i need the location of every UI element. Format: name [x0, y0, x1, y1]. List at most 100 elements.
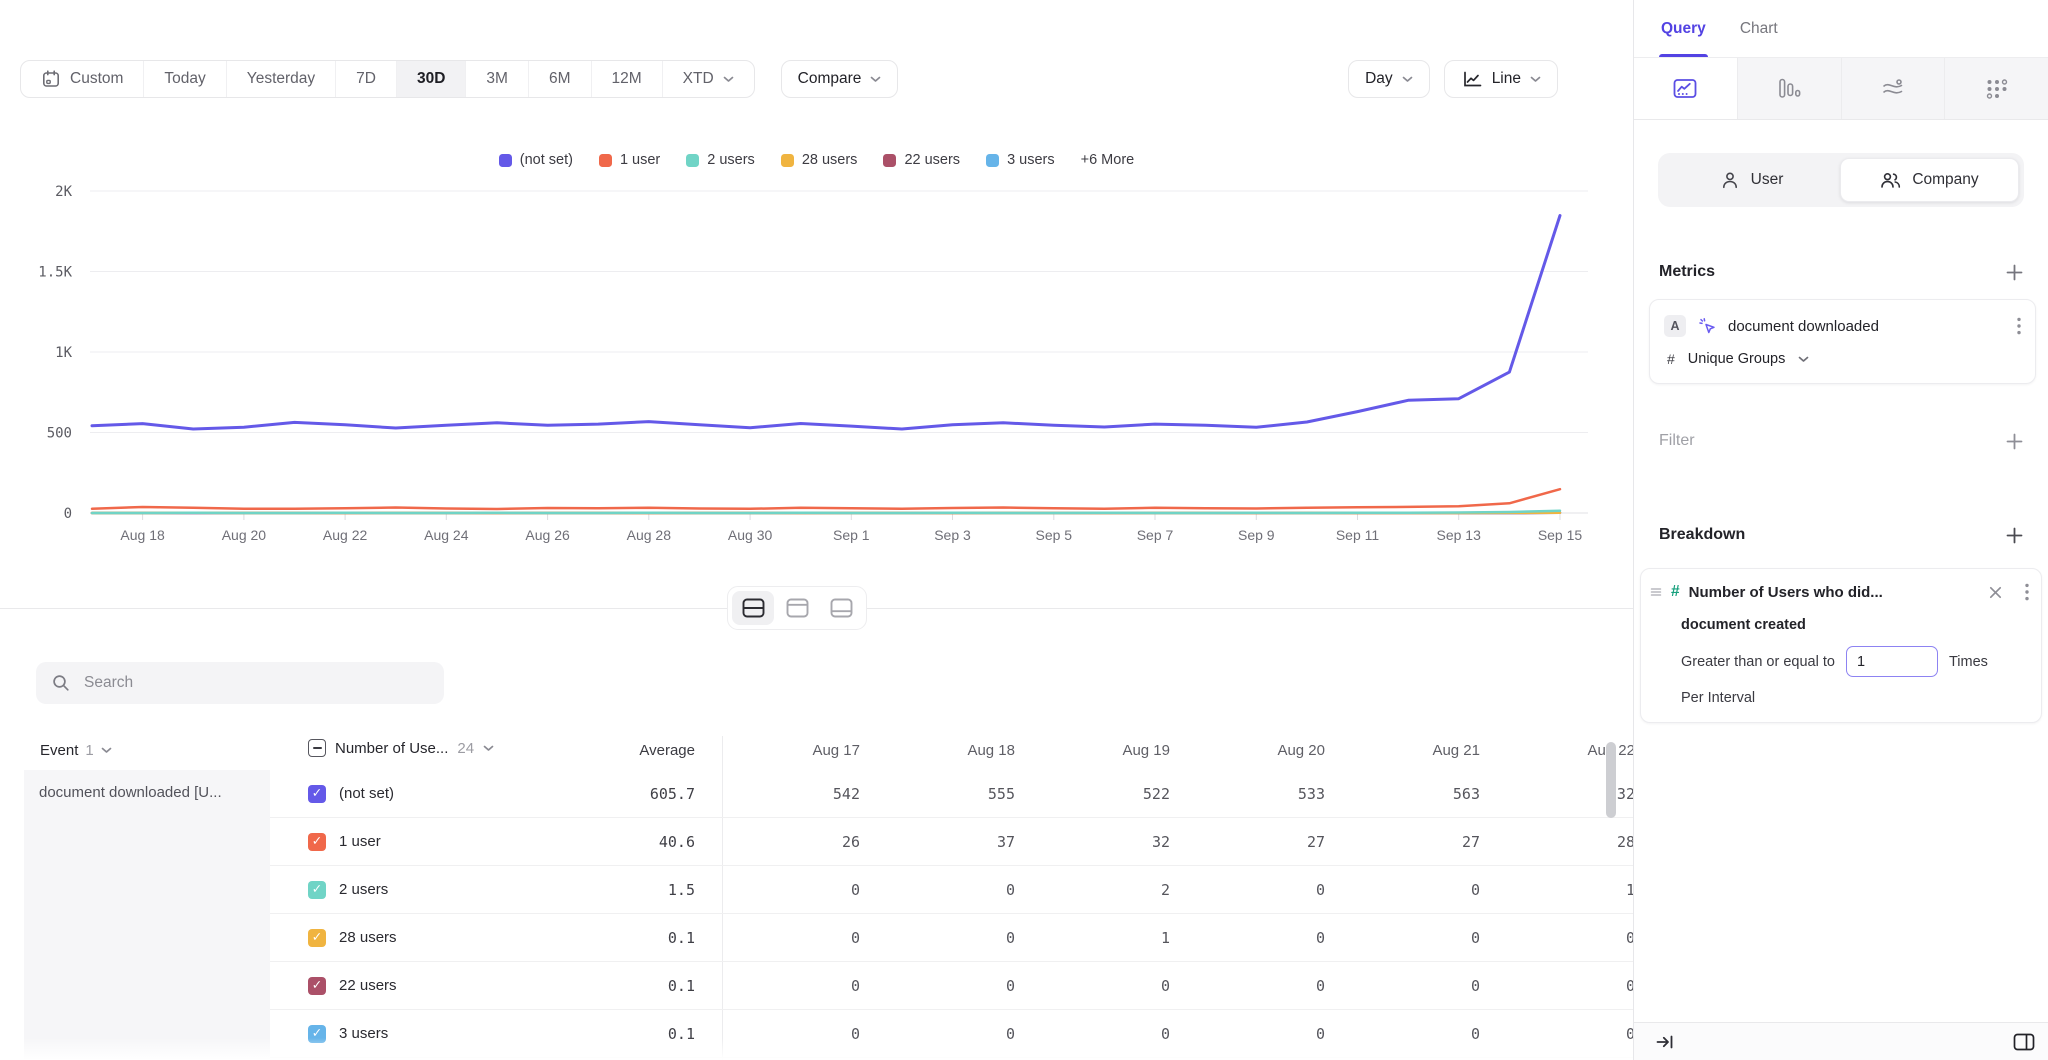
legend-item[interactable]: 28 users — [781, 152, 858, 168]
data-value: 0 — [1497, 1025, 1633, 1043]
table-row[interactable]: ✓28 users0.1001000 — [270, 914, 1633, 962]
compare-button[interactable]: Compare — [781, 60, 899, 98]
data-value: 1 — [1032, 929, 1187, 947]
table-row[interactable]: ✓(not set)605.7542555522533563532 — [270, 770, 1633, 818]
table-row[interactable]: ✓22 users0.1000000 — [270, 962, 1633, 1010]
svg-text:Sep 1: Sep 1 — [833, 527, 870, 543]
svg-text:Sep 5: Sep 5 — [1036, 527, 1073, 543]
legend-item[interactable]: 1 user — [599, 152, 660, 168]
panel-toggle-icon[interactable] — [2013, 1032, 2035, 1052]
legend-item[interactable]: 22 users — [883, 152, 960, 168]
range-30d[interactable]: 30D — [397, 61, 466, 97]
data-value: 1 — [1497, 881, 1633, 899]
series-checkbox[interactable]: ✓ — [308, 929, 326, 947]
series-cell: ✓(not set) — [270, 785, 555, 803]
range-3m[interactable]: 3M — [466, 61, 529, 97]
scope-company[interactable]: Company — [1840, 158, 2019, 202]
data-value: 563 — [1342, 785, 1497, 803]
table-row[interactable]: ✓3 users0.1000000 — [270, 1010, 1633, 1058]
add-filter-button[interactable] — [2006, 433, 2023, 450]
condition-suffix: Times — [1949, 654, 1988, 670]
series-cell: ✓2 users — [270, 881, 555, 899]
line-chart-box-icon — [1672, 77, 1698, 100]
svg-text:Sep 9: Sep 9 — [1238, 527, 1275, 543]
collapse-panel-icon[interactable] — [1655, 1032, 1675, 1052]
data-value: 0 — [1342, 881, 1497, 899]
layout-table-only-button[interactable] — [820, 591, 862, 625]
series-checkbox[interactable]: ✓ — [308, 785, 326, 803]
legend-more[interactable]: +6 More — [1081, 152, 1135, 168]
chart-type-line-segments[interactable] — [1634, 58, 1737, 119]
data-value: 522 — [1032, 785, 1187, 803]
condition-label[interactable]: Greater than or equal to — [1681, 654, 1835, 670]
granularity-button[interactable]: Day — [1348, 60, 1430, 98]
range-6m[interactable]: 6M — [529, 61, 592, 97]
times-input[interactable] — [1846, 646, 1938, 677]
scope-user[interactable]: User — [1663, 158, 1840, 202]
add-metric-button[interactable] — [2006, 264, 2023, 281]
filter-section-header: Filter — [1634, 432, 2048, 450]
data-value: 0 — [1342, 1025, 1497, 1043]
range-today[interactable]: Today — [144, 61, 226, 97]
range-custom[interactable]: Custom — [21, 61, 144, 97]
series-checkbox[interactable]: ✓ — [308, 1025, 326, 1043]
event-column-header[interactable]: Event1 — [40, 742, 112, 759]
layout-split-button[interactable] — [732, 591, 774, 625]
chevron-down-icon — [101, 747, 112, 754]
average-value: 0.1 — [555, 1025, 700, 1043]
legend-item[interactable]: 2 users — [686, 152, 755, 168]
legend-item[interactable]: (not set) — [499, 152, 573, 168]
data-value: 26 — [722, 833, 877, 851]
series-checkbox[interactable]: ✓ — [308, 977, 326, 995]
chart-type-button[interactable]: Line — [1444, 60, 1558, 98]
drag-handle-icon[interactable] — [1650, 587, 1662, 597]
chart-type-flow[interactable] — [1841, 58, 1945, 119]
data-value: 0 — [1032, 1025, 1187, 1043]
range-label: 7D — [356, 70, 376, 88]
range-label: Custom — [70, 70, 123, 88]
breakdown-event-name[interactable]: document created — [1650, 617, 2029, 633]
table-scrollbar[interactable] — [1606, 742, 1616, 818]
select-all-checkbox[interactable] — [308, 739, 326, 757]
range-label: 6M — [549, 70, 571, 88]
toolbar-right: Day Line — [1348, 60, 1558, 98]
breakdown-property-name[interactable]: Number of Users who did... — [1689, 584, 1883, 601]
event-name-label: document downloaded [U... — [39, 784, 222, 801]
metric-card[interactable]: A document downloaded # Unique Groups — [1649, 299, 2036, 384]
series-checkbox[interactable]: ✓ — [308, 881, 326, 899]
series-checkbox[interactable]: ✓ — [308, 833, 326, 851]
metric-badge: A — [1664, 315, 1686, 337]
range-xtd[interactable]: XTD — [663, 61, 754, 97]
measure-selector[interactable]: # Unique Groups — [1664, 351, 2021, 367]
date-column-header: Aug 18 — [877, 742, 1032, 759]
chart-type-bar[interactable] — [1737, 58, 1841, 119]
legend-item[interactable]: 3 users — [986, 152, 1055, 168]
table-row[interactable]: ✓1 user40.6263732272728 — [270, 818, 1633, 866]
range-label: Today — [164, 70, 205, 88]
range-7d[interactable]: 7D — [336, 61, 397, 97]
series-column-header[interactable]: Number of Use...24 — [308, 739, 494, 757]
range-yesterday[interactable]: Yesterday — [227, 61, 336, 97]
interval-label[interactable]: Per Interval — [1650, 690, 2029, 706]
table-row[interactable]: ✓2 users1.5002001 — [270, 866, 1633, 914]
svg-text:1.5K: 1.5K — [38, 265, 72, 281]
add-breakdown-button[interactable] — [2006, 527, 2023, 544]
tab-chart[interactable]: Chart — [1740, 0, 1778, 57]
tab-query[interactable]: Query — [1661, 0, 1706, 57]
series-count: 24 — [457, 740, 474, 757]
chart-type-matrix[interactable] — [1944, 58, 2048, 119]
data-value: 28 — [1497, 833, 1633, 851]
breakdown-menu-button[interactable] — [2025, 583, 2029, 601]
search-input[interactable] — [82, 673, 429, 693]
metric-menu-button[interactable] — [2017, 317, 2021, 335]
breakdown-card: # Number of Users who did... document cr… — [1640, 568, 2042, 723]
range-label: XTD — [683, 70, 714, 88]
svg-text:Aug 26: Aug 26 — [525, 527, 570, 543]
layout-chart-only-button[interactable] — [776, 591, 818, 625]
search-box — [36, 662, 444, 704]
measure-label: Unique Groups — [1688, 351, 1786, 367]
legend-label: 3 users — [1007, 152, 1055, 168]
range-12m[interactable]: 12M — [592, 61, 663, 97]
event-name-cell[interactable]: document downloaded [U... — [24, 770, 270, 1060]
remove-breakdown-button[interactable] — [1989, 586, 2002, 599]
